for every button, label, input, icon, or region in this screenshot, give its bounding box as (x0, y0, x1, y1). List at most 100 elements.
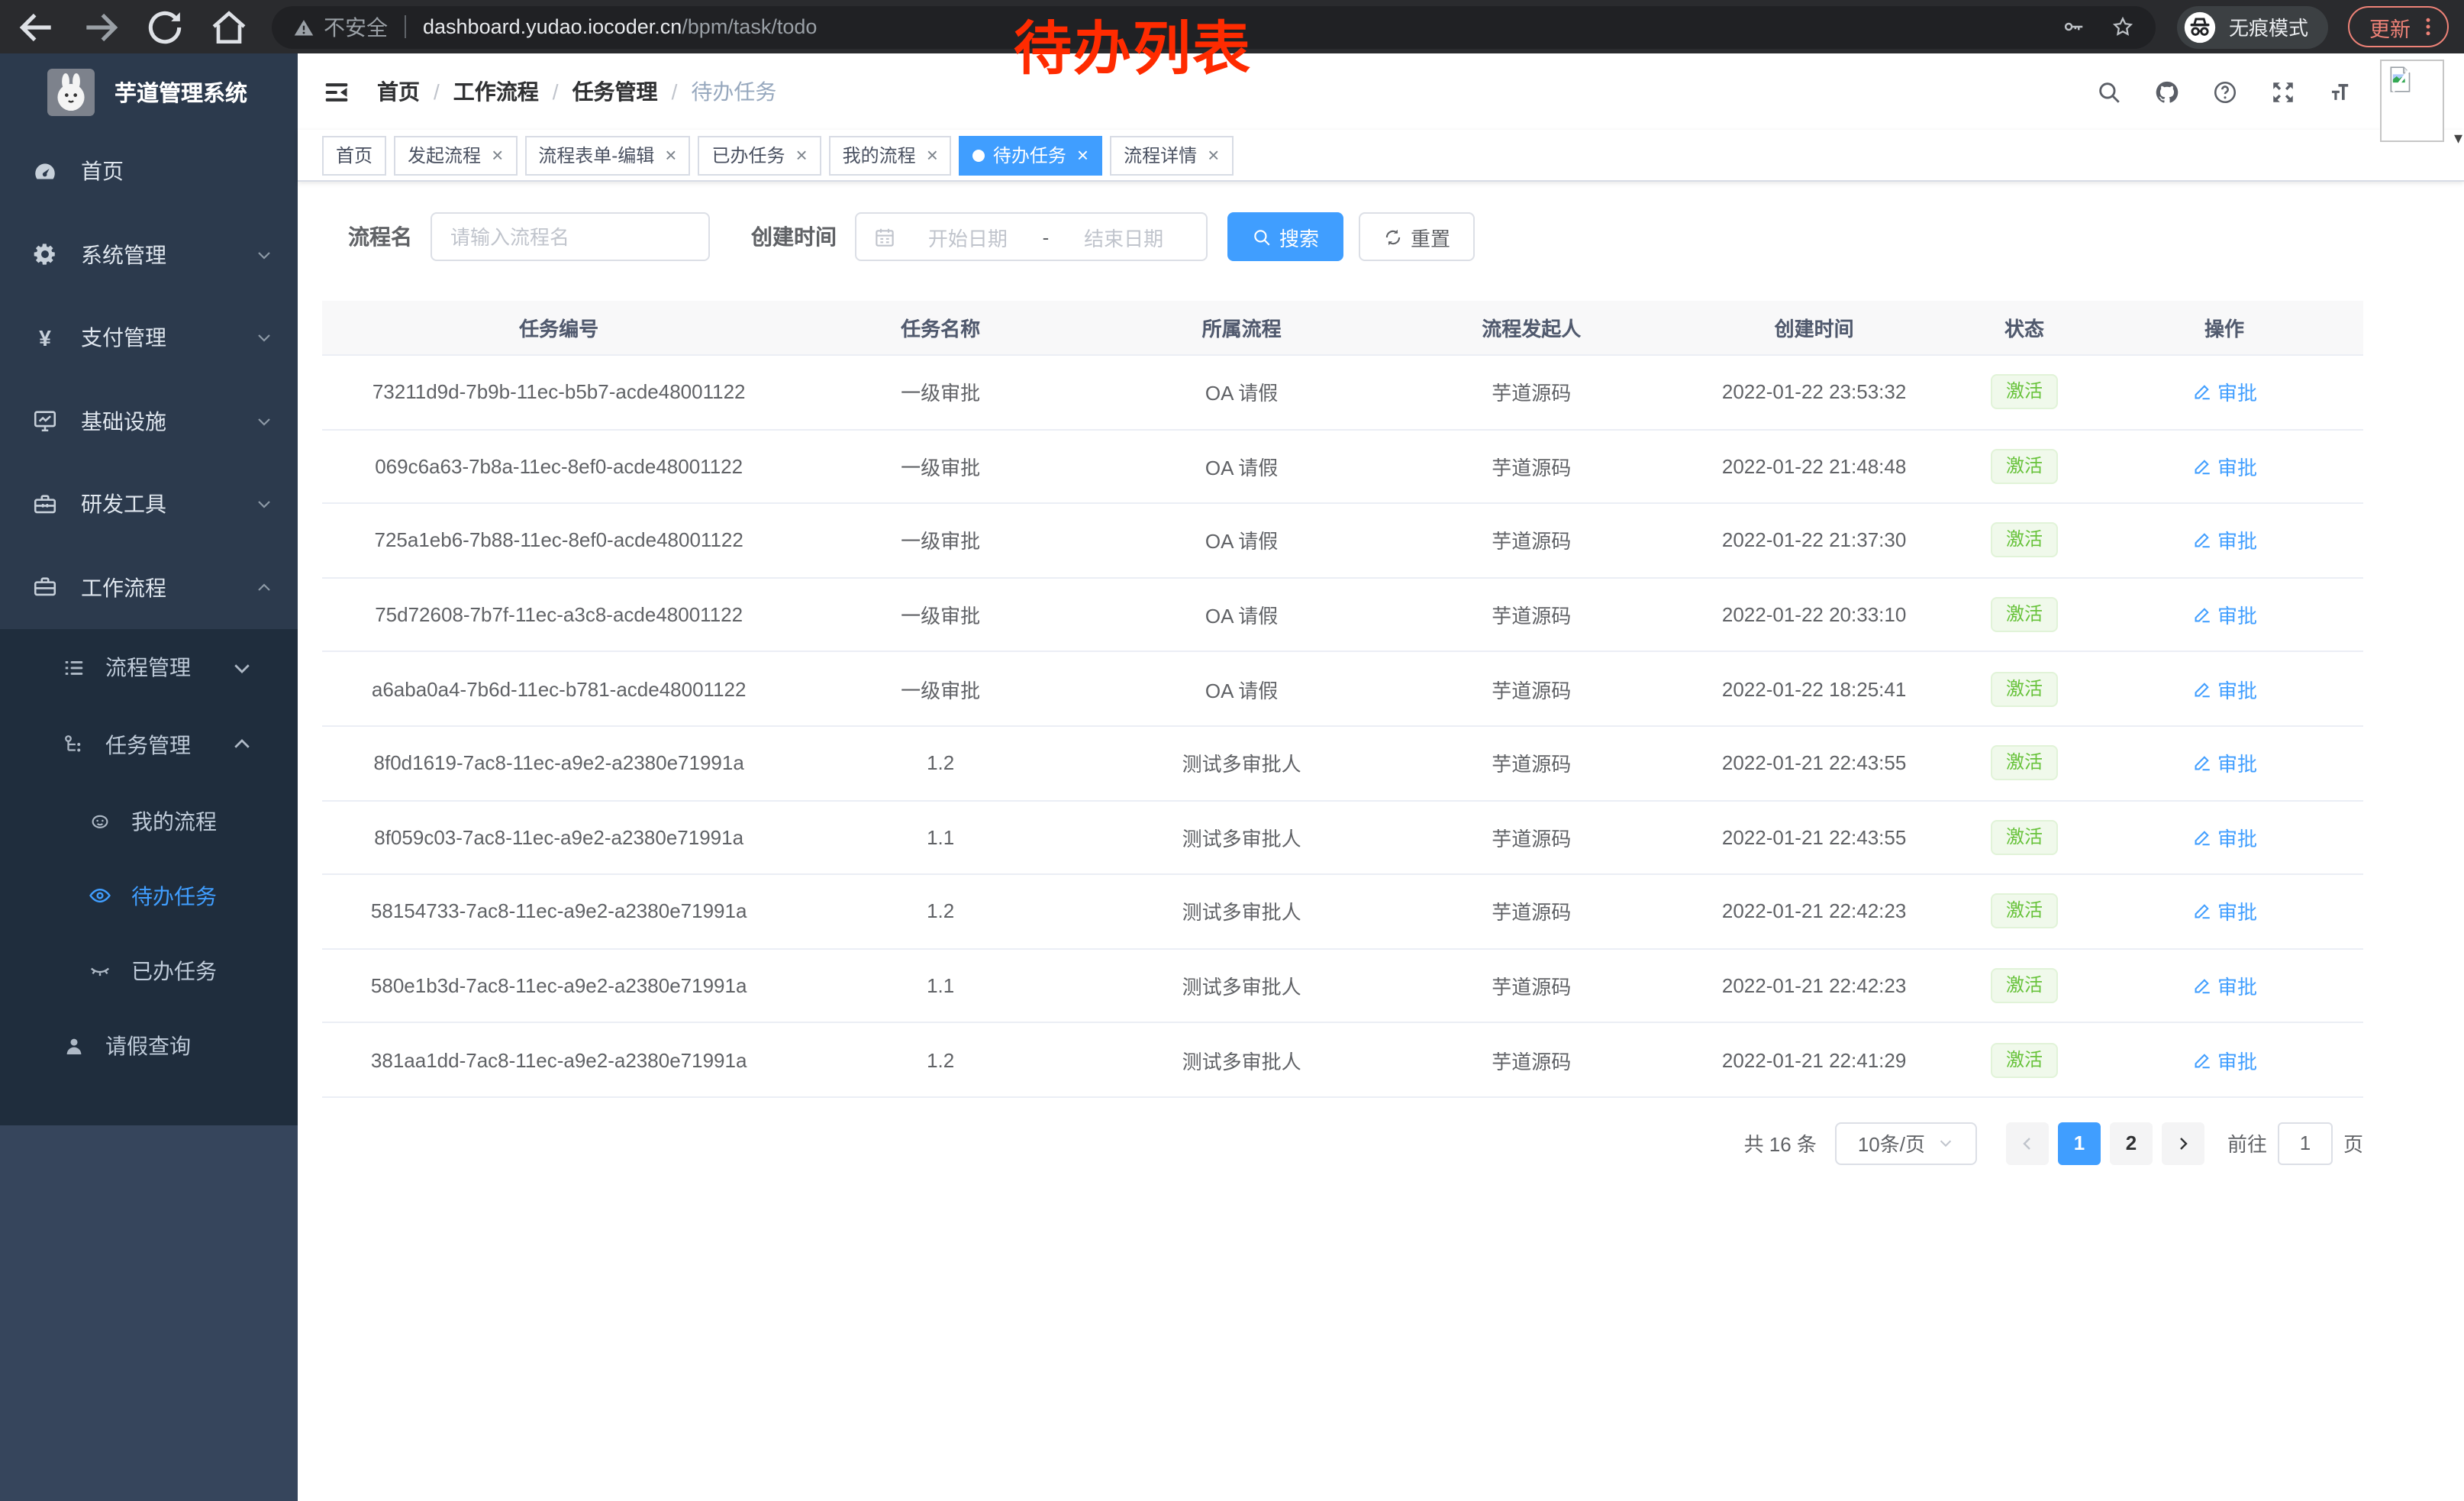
chevron-down-icon (1937, 1135, 1954, 1152)
avatar-caret-icon[interactable]: ▾ (2454, 128, 2462, 148)
total-count: 共 16 条 (1744, 1129, 1817, 1158)
sidebar-item-workflow[interactable]: 工作流程 (0, 546, 298, 629)
browser-reload-icon[interactable] (144, 5, 186, 48)
cell-status: 激活 (1963, 449, 2085, 484)
close-tab-icon[interactable]: × (492, 145, 503, 165)
close-tab-icon[interactable]: × (665, 145, 676, 165)
incognito-label: 无痕模式 (2229, 12, 2308, 41)
close-tab-icon[interactable]: × (1077, 145, 1088, 165)
security-warning[interactable]: 不安全 (293, 11, 388, 42)
cell-task-id: 069c6a63-7b8a-11ec-8ef0-acde48001122 (322, 455, 795, 478)
app-logo-row[interactable]: 芋道管理系统 (0, 53, 298, 130)
cell-initiator: 芋道源码 (1398, 600, 1665, 629)
sidebar-item-payment[interactable]: ¥支付管理 (0, 296, 298, 379)
approve-link[interactable]: 审批 (2191, 823, 2257, 852)
tab-form-edit[interactable]: 流程表单-编辑× (524, 135, 690, 175)
start-date-placeholder: 开始日期 (902, 222, 1034, 251)
sidebar-item-infra[interactable]: 基础设施 (0, 379, 298, 463)
approve-link[interactable]: 审批 (2191, 749, 2257, 778)
tab-label: 已办任务 (711, 142, 785, 168)
sidebar-item-todo-tasks[interactable]: 待办任务 (0, 858, 298, 933)
sidebar-item-my-process[interactable]: 我的流程 (0, 783, 298, 858)
search-button[interactable]: 搜索 (1227, 212, 1343, 261)
url-path: /bpm/task/todo (682, 15, 817, 38)
browser-update-button[interactable]: 更新 (2348, 6, 2449, 47)
cell-task-id: 8f0d1619-7ac8-11ec-a9e2-a2380e71991a (322, 752, 795, 775)
edit-icon (2191, 1050, 2211, 1070)
page-size-value: 10条/页 (1858, 1129, 1925, 1158)
approve-link[interactable]: 审批 (2191, 971, 2257, 1000)
help-icon[interactable] (2212, 79, 2238, 105)
close-tab-icon[interactable]: × (795, 145, 807, 165)
tab-done-tasks[interactable]: 已办任务 × (698, 135, 821, 175)
date-range-picker[interactable]: 开始日期 - 结束日期 (855, 212, 1208, 261)
reset-button[interactable]: 重置 (1359, 212, 1475, 261)
cell-process: OA 请假 (1085, 378, 1398, 407)
avatar[interactable] (2380, 60, 2444, 142)
browser-back-icon[interactable] (15, 5, 58, 48)
approve-link[interactable]: 审批 (2191, 600, 2257, 629)
approve-link[interactable]: 审批 (2191, 897, 2257, 926)
close-tab-icon[interactable]: × (927, 145, 938, 165)
sidebar-item-leave-query[interactable]: 请假查询 (0, 1008, 298, 1085)
cell-action: 审批 (2085, 1045, 2363, 1074)
breadcrumb-item[interactable]: 首页 (377, 76, 420, 107)
sidebar-item-task-mgmt[interactable]: 任务管理 (0, 706, 298, 783)
tab-todo-tasks[interactable]: 待办任务× (959, 135, 1102, 175)
header-icons (2096, 79, 2354, 105)
sidebar-item-home[interactable]: 首页 (0, 130, 298, 213)
cell-status: 激活 (1963, 746, 2085, 781)
tab-start-process[interactable]: 发起流程× (394, 135, 517, 175)
task-tree-icon (63, 734, 85, 757)
tab-home[interactable]: 首页 (322, 135, 386, 175)
sidebar-item-devtools[interactable]: 研发工具 (0, 463, 298, 546)
prev-page-button[interactable] (2006, 1122, 2049, 1165)
tab-my-process[interactable]: 我的流程× (829, 135, 952, 175)
sidebar-item-process-mgmt[interactable]: 流程管理 (0, 629, 298, 706)
status-badge: 激活 (1991, 746, 2058, 781)
cell-task-name: 一级审批 (795, 378, 1085, 407)
sidebar-fold-icon[interactable] (322, 77, 351, 106)
approve-link[interactable]: 审批 (2191, 452, 2257, 481)
cell-task-name: 1.1 (795, 974, 1085, 997)
breadcrumb-item[interactable]: 工作流程 (453, 76, 539, 107)
star-bookmark-icon[interactable] (2111, 15, 2134, 38)
browser-home-icon[interactable] (208, 5, 250, 48)
goto-page-input[interactable] (2278, 1122, 2333, 1165)
font-size-icon[interactable] (2328, 79, 2354, 105)
cell-status: 激活 (1963, 894, 2085, 929)
search-icon[interactable] (2096, 79, 2122, 105)
column-header: 任务名称 (795, 313, 1085, 342)
sidebar-item-done-tasks[interactable]: 已办任务 (0, 933, 298, 1008)
next-page-button[interactable] (2162, 1122, 2204, 1165)
page-button-2[interactable]: 2 (2110, 1122, 2153, 1165)
close-tab-icon[interactable]: × (1208, 145, 1219, 165)
cell-action: 审批 (2085, 823, 2363, 852)
address-bar[interactable]: 不安全 dashboard.yudao.iocoder.cn/bpm/task/… (272, 5, 2156, 48)
key-icon[interactable] (2062, 15, 2085, 38)
process-name-input[interactable] (431, 212, 710, 261)
sidebar-item-system[interactable]: 系统管理 (0, 213, 298, 296)
cell-task-name: 一级审批 (795, 674, 1085, 703)
approve-link[interactable]: 审批 (2191, 526, 2257, 555)
browser-menu-icon[interactable] (2417, 15, 2440, 38)
browser-forward-icon[interactable] (79, 5, 122, 48)
breadcrumb-item[interactable]: 任务管理 (572, 76, 658, 107)
table-row: 75d72608-7b7f-11ec-a3c8-acde48001122一级审批… (322, 579, 2363, 653)
approve-link-label: 审批 (2217, 971, 2257, 1000)
page-size-select[interactable]: 10条/页 (1835, 1122, 1977, 1165)
done-eye-closed-icon (89, 959, 111, 982)
table-row: a6aba0a4-7b6d-11ec-b781-acde48001122一级审批… (322, 653, 2363, 727)
github-icon[interactable] (2154, 79, 2180, 105)
table-row: 8f0d1619-7ac8-11ec-a9e2-a2380e71991a1.2测… (322, 727, 2363, 801)
approve-link[interactable]: 审批 (2191, 378, 2257, 407)
fullscreen-icon[interactable] (2270, 79, 2296, 105)
sidebar-item-label: 首页 (81, 157, 298, 187)
page-button-1[interactable]: 1 (2058, 1122, 2101, 1165)
my-process-icon (89, 809, 111, 832)
cell-status: 激活 (1963, 671, 2085, 706)
approve-link[interactable]: 审批 (2191, 674, 2257, 703)
status-badge: 激活 (1991, 375, 2058, 410)
approve-link[interactable]: 审批 (2191, 1045, 2257, 1074)
tab-process-detail[interactable]: 流程详情× (1110, 135, 1233, 175)
